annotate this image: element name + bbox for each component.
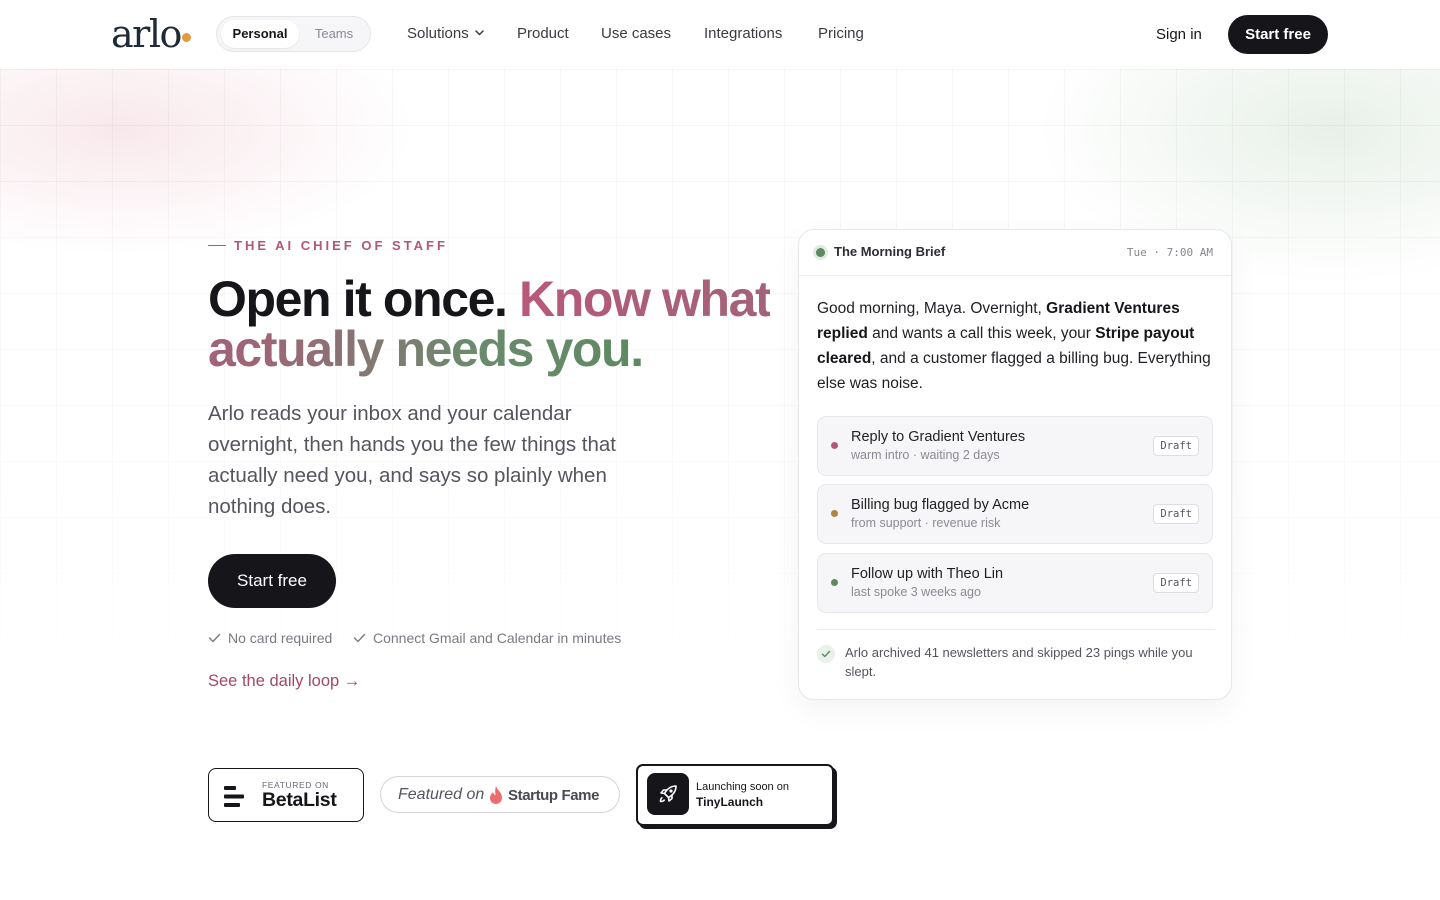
perk-no-card: No card required [208,629,332,647]
see-daily-loop-label: See the daily loop [208,672,340,690]
eyebrow-text: THE AI CHIEF OF STAFF [234,238,448,253]
priority-dot-icon [831,442,838,449]
audience-toggle: Personal Teams [216,16,371,52]
headline-plain: Open it once. [208,271,508,327]
brief-summary: Good morning, Maya. Overnight, Gradient … [817,296,1217,396]
item-meta: warm intro · waiting 2 days [851,448,1000,462]
nav-solutions[interactable]: Solutions [407,24,484,44]
see-daily-loop-link[interactable]: See the daily loop → [208,670,360,692]
logo-dot-icon [182,33,191,42]
nav-start-free-button[interactable]: Start free [1228,15,1328,54]
morning-brief-card: The Morning Brief Tue · 7:00 AM Good mor… [798,229,1232,700]
item-title: Follow up with Theo Lin [851,566,1004,582]
hero-headline: Open it once. Know what actually needs y… [208,274,798,374]
draft-badge[interactable]: Draft [1153,573,1199,593]
draft-badge[interactable]: Draft [1153,436,1199,456]
card-title: The Morning Brief [834,244,946,259]
toggle-personal[interactable]: Personal [221,20,299,48]
startup-fame-badge[interactable]: Featured on Startup Fame [380,776,620,813]
nav-product[interactable]: Product [517,24,569,44]
hero-subtitle: Arlo reads your inbox and your calendar … [208,402,616,518]
brief-text: Good morning, Maya. Overnight, [817,300,1047,317]
draft-badge[interactable]: Draft [1153,504,1199,524]
check-icon [208,633,221,643]
nav-pricing[interactable]: Pricing [818,24,864,44]
brief-item[interactable]: Reply to Gradient Ventures warm intro · … [817,416,1213,476]
item-title: Reply to Gradient Ventures [851,429,1026,445]
perk-label: Connect Gmail and Calendar in minutes [373,630,622,646]
nav-solutions-label: Solutions [407,25,469,42]
check-circle-icon [817,645,835,663]
arrow-right-icon: → [343,672,361,690]
nav-use-cases[interactable]: Use cases [601,24,671,44]
brief-text: , and a customer flagged a billing bug. … [817,350,1211,392]
priority-dot-icon [831,510,838,517]
sign-in-link[interactable]: Sign in [1156,25,1202,45]
rocket-icon [647,773,689,815]
toggle-teams[interactable]: Teams [301,20,367,48]
nav-integrations[interactable]: Integrations [704,24,782,44]
eyebrow-dash [208,245,226,246]
brief-item[interactable]: Billing bug flagged by Acme from support… [817,484,1213,544]
status-dot-icon [816,248,825,257]
perk-connect: Connect Gmail and Calendar in minutes [353,629,621,647]
startup-fame-name: Startup Fame [508,787,600,804]
check-icon [353,633,366,643]
item-title: Billing bug flagged by Acme [851,497,1030,513]
tinylaunch-badge[interactable]: Launching soon on TinyLaunch [636,764,834,826]
hero-start-free-button[interactable]: Start free [208,554,336,608]
betalist-logo-icon [224,786,244,807]
chevron-down-icon [474,30,484,36]
brief-item[interactable]: Follow up with Theo Lin last spoke 3 wee… [817,553,1213,613]
card-divider [817,629,1215,630]
startup-fame-caption: Featured on [398,786,485,803]
betalist-badge[interactable]: FEATURED ON BetaList [208,768,364,822]
tinylaunch-caption: Launching soon on [696,781,789,793]
top-nav: arlo Personal Teams Solutions Product Us… [0,0,1440,69]
betalist-name: BetaList [262,789,337,811]
flame-icon [490,786,502,804]
card-header: The Morning Brief Tue · 7:00 AM [799,230,1231,276]
card-timestamp: Tue · 7:00 AM [1126,246,1213,259]
archive-summary: Arlo archived 41 newsletters and skipped… [845,645,1193,679]
item-meta: last spoke 3 weeks ago [851,585,981,599]
perk-label: No card required [228,630,333,646]
logo[interactable]: arlo [111,12,182,56]
item-meta: from support · revenue risk [851,516,1001,530]
brief-text: and wants a call this week, your [867,325,1096,342]
priority-dot-icon [831,579,838,586]
tinylaunch-name: TinyLaunch [696,795,764,809]
